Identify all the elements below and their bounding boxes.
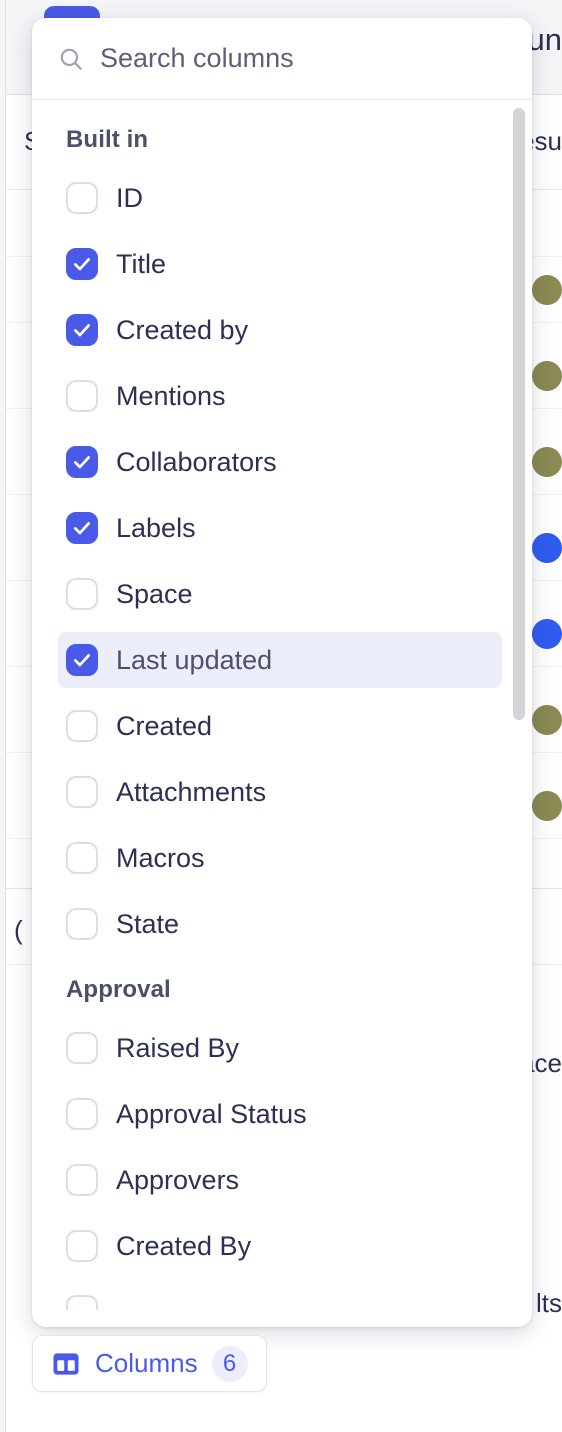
column-option-approval-status[interactable]: Approval Status [58,1086,502,1142]
columns-list: Built in ID Title Created by Mentions Co… [32,100,532,1310]
checkbox-unchecked-icon[interactable] [66,1164,98,1196]
column-option-macros[interactable]: Macros [58,830,502,886]
search-row [32,18,532,100]
column-option-label: Title [116,248,167,279]
column-option-state[interactable]: State [58,896,502,952]
results-count-fragment: lts [536,1288,562,1318]
search-icon [58,46,84,72]
avatar [532,619,562,649]
column-option-label: Approvers [116,1164,240,1195]
list-scrollbar-thumb[interactable] [513,108,525,720]
column-option-label: Mentions [116,380,226,411]
checkbox-unchecked-icon[interactable] [66,710,98,742]
column-option-labels[interactable]: Labels [58,500,502,556]
column-option-mentions[interactable]: Mentions [58,368,502,424]
column-option-last-updated[interactable]: Last updated [58,632,502,688]
column-option-created-by[interactable]: Created by [58,302,502,358]
topbar-title-fragment: un [527,22,562,57]
avatar [532,791,562,821]
column-option-label: Space [116,578,193,609]
column-option-label: Raised By [116,1032,240,1063]
columns-list-scroll-area: Built in ID Title Created by Mentions Co… [32,100,532,1327]
column-option-raised-by[interactable]: Raised By [58,1020,502,1076]
column-option-attachments[interactable]: Attachments [58,764,502,820]
column-option-label: Created by [116,314,249,345]
search-input[interactable] [100,38,510,79]
checkbox-unchecked-icon[interactable] [66,1098,98,1130]
column-option-space[interactable]: Space [58,566,502,622]
column-option-label: Labels [116,512,196,543]
checkbox-unchecked-icon[interactable] [66,776,98,808]
checkbox-unchecked-icon[interactable] [66,842,98,874]
checkbox-checked-icon[interactable] [66,644,98,676]
columns-dropdown-panel: Built in ID Title Creat [32,18,532,1327]
column-option-clipped[interactable] [58,1284,502,1310]
columns-count-badge: 6 [211,1345,248,1382]
group-label-approval: Approval [66,976,171,1003]
column-option-label: Attachments [116,776,267,807]
checkbox-checked-icon[interactable] [66,446,98,478]
group-label-built-in: Built in [66,126,149,153]
column-option-label: Created By [116,1230,252,1261]
avatar [532,275,562,305]
columns-button[interactable]: Columns 6 [32,1335,267,1392]
column-option-label: Approval Status [116,1098,307,1129]
column-option-created-by-approval[interactable]: Created By [58,1218,502,1274]
avatar [532,705,562,735]
column-option-approvers[interactable]: Approvers [58,1152,502,1208]
column-option-created[interactable]: Created [58,698,502,754]
checkbox-checked-icon[interactable] [66,512,98,544]
checkbox-unchecked-icon[interactable] [66,1230,98,1262]
checkbox-unchecked-icon[interactable] [66,1295,98,1310]
checkbox-unchecked-icon[interactable] [66,578,98,610]
column-option-id[interactable]: ID [58,170,502,226]
columns-button-label: Columns [95,1348,198,1378]
checkbox-unchecked-icon[interactable] [66,1032,98,1064]
checkbox-unchecked-icon[interactable] [66,182,98,214]
column-option-label: Last updated [116,644,273,675]
column-option-collaborators[interactable]: Collaborators [58,434,502,490]
avatar [532,447,562,477]
list-scrollbar-track[interactable] [513,108,525,1319]
checkbox-checked-icon[interactable] [66,314,98,346]
column-option-label: ID [116,182,143,213]
columns-layout-icon [51,1349,81,1379]
checkbox-unchecked-icon[interactable] [66,380,98,412]
column-option-label: Collaborators [116,446,277,477]
table-cell-fragment: ( [14,915,23,945]
avatar [532,533,562,563]
column-option-title[interactable]: Title [58,236,502,292]
column-option-label: State [116,908,180,939]
column-option-label: Created [116,710,213,741]
avatar [532,361,562,391]
checkbox-unchecked-icon[interactable] [66,908,98,940]
column-option-label: Macros [116,842,205,873]
checkbox-checked-icon[interactable] [66,248,98,280]
